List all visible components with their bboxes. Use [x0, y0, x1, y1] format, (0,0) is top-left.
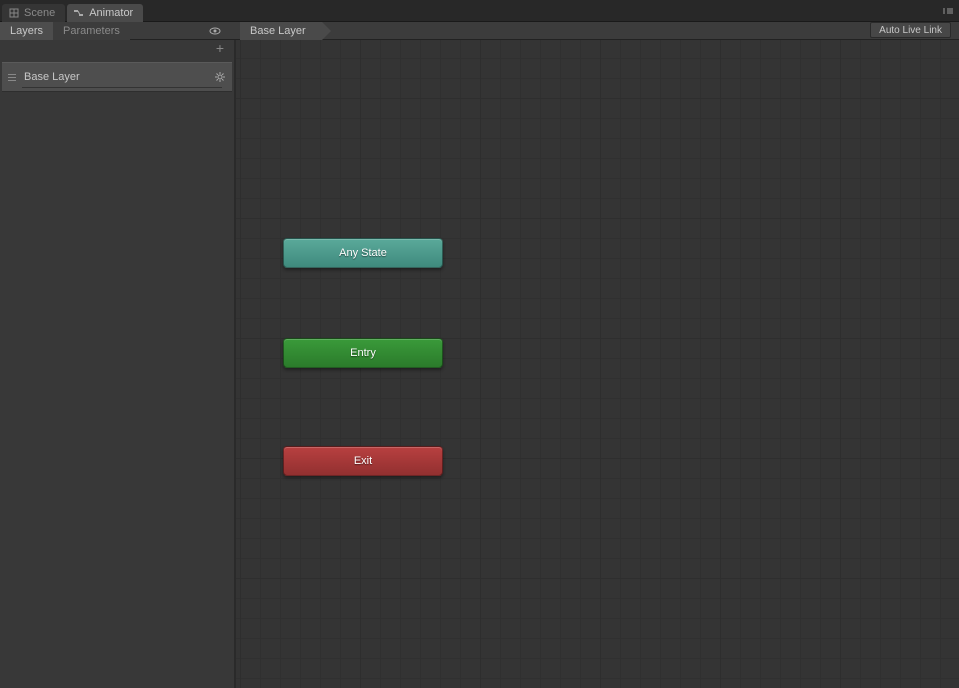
breadcrumb-root[interactable]: Base Layer [240, 22, 322, 40]
add-layer-row: + [0, 40, 234, 56]
layer-underline [22, 87, 222, 88]
scene-icon [8, 7, 20, 19]
tab-menu-icon[interactable] [941, 6, 955, 16]
animator-icon [73, 7, 85, 19]
sidebar-tabs: Layers Parameters [0, 22, 234, 39]
layers-sidebar: Base Layer [0, 56, 234, 688]
breadcrumb-area: Base Layer [240, 22, 879, 40]
sub-tab-layers-label: Layers [10, 25, 43, 37]
state-entry-label: Entry [350, 347, 376, 359]
state-machine-graph[interactable]: Any State Entry Exit [236, 40, 959, 688]
sub-toolbar: Layers Parameters Base Layer Auto Live L… [0, 22, 959, 40]
tab-animator[interactable]: Animator [67, 4, 143, 22]
visibility-icon[interactable] [208, 24, 222, 38]
gear-icon[interactable] [214, 71, 226, 83]
state-any-state[interactable]: Any State [283, 238, 443, 268]
breadcrumb-root-label: Base Layer [250, 25, 306, 37]
tab-scene[interactable]: Scene [2, 4, 65, 22]
state-exit[interactable]: Exit [283, 446, 443, 476]
layer-name-label: Base Layer [24, 71, 214, 83]
tab-animator-label: Animator [89, 7, 133, 19]
sub-tab-layers[interactable]: Layers [0, 22, 53, 40]
tab-scene-label: Scene [24, 7, 55, 19]
add-layer-icon[interactable]: + [216, 42, 224, 54]
sub-tab-parameters[interactable]: Parameters [53, 22, 130, 40]
layer-item[interactable]: Base Layer [2, 62, 232, 92]
drag-handle-icon[interactable] [8, 74, 18, 81]
window-tab-bar: Scene Animator [0, 0, 959, 22]
state-entry[interactable]: Entry [283, 338, 443, 368]
auto-live-link-label: Auto Live Link [879, 25, 942, 36]
state-exit-label: Exit [354, 455, 372, 467]
auto-live-link-toggle[interactable]: Auto Live Link [870, 22, 951, 38]
state-any-state-label: Any State [339, 247, 387, 259]
sub-tab-parameters-label: Parameters [63, 25, 120, 37]
